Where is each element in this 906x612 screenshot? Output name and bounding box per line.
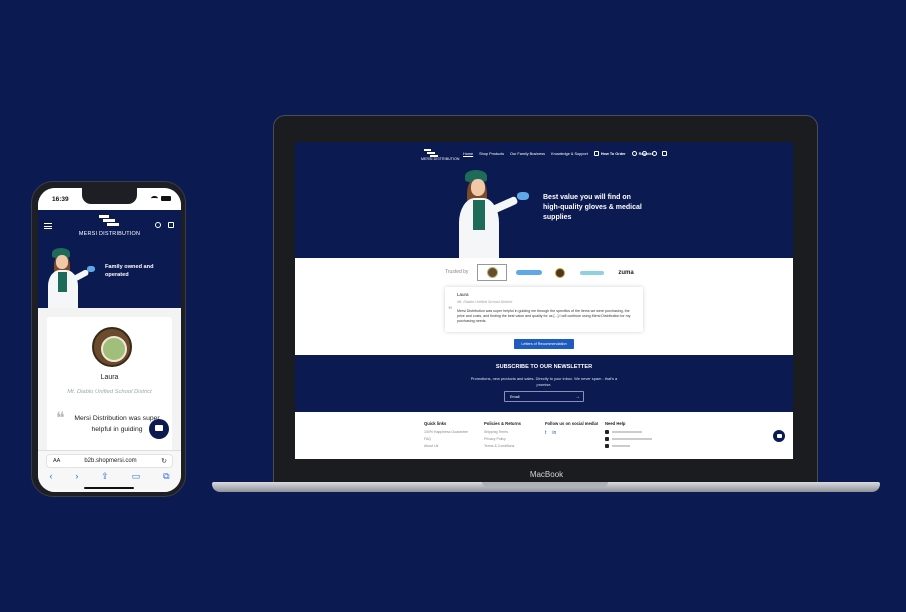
newsletter-subtitle: Promotions, new products and sales. Dire… xyxy=(470,376,618,387)
laptop-base xyxy=(212,482,880,492)
account-icon[interactable] xyxy=(652,151,657,156)
reload-icon[interactable]: ↻ xyxy=(161,457,167,465)
thumbs-up-icon xyxy=(605,444,609,448)
linkedin-icon[interactable]: in xyxy=(552,430,556,436)
macbook-label: MacBook xyxy=(529,470,564,479)
laptop-notch xyxy=(482,482,608,487)
desktop-navbar: MERSI DISTRIBUTION Home Shop Products Ou… xyxy=(295,142,793,167)
twitter-icon[interactable]: t xyxy=(545,430,546,436)
how-to-order-icon xyxy=(593,151,599,156)
testimonial-school: Mt. Diablo Unified School District xyxy=(67,389,152,395)
nav-how-to-order[interactable]: How To Order xyxy=(601,152,626,156)
mobile-header: MERSI DISTRIBUTION xyxy=(38,210,181,242)
search-icon[interactable] xyxy=(155,222,161,228)
mersi-logo-icon[interactable] xyxy=(424,149,438,157)
mersi-logo-icon[interactable] xyxy=(99,215,119,227)
policies-title: Policies & Returns xyxy=(484,421,522,426)
search-icon[interactable] xyxy=(642,151,647,156)
brand-logo-mt-diablo xyxy=(477,264,507,281)
newsletter-title: SUBSCRIBE TO OUR NEWSLETTER xyxy=(495,364,593,370)
newsletter-section: SUBSCRIBE TO OUR NEWSLETTER Promotions, … xyxy=(295,355,793,412)
battery-icon xyxy=(161,196,171,201)
footer-social: Follow us on social media! t in xyxy=(545,421,598,436)
quote-icon: ❝ xyxy=(56,408,65,427)
quote-icon: ❝ xyxy=(448,305,453,314)
trusted-by-label: Trusted by xyxy=(445,269,469,275)
nav-shop-products[interactable]: Shop Products xyxy=(479,152,504,156)
laptop-screen: MERSI DISTRIBUTION Home Shop Products Ou… xyxy=(295,142,793,459)
school-seal-logo xyxy=(92,327,132,367)
chat-bubble-button[interactable] xyxy=(773,430,785,442)
testimonial-name: Laura xyxy=(457,292,469,297)
laptop-lid: MERSI DISTRIBUTION Home Shop Products Ou… xyxy=(273,115,818,490)
mobile-hero-banner: Family owned and operated xyxy=(38,242,181,308)
footer-link[interactable]: Shipping Terms xyxy=(484,430,521,434)
testimonial-school: Mt. Diablo Unified School District xyxy=(457,300,513,304)
phone-device: 16:39 MERSI DISTRIBUTION Family owned an… xyxy=(31,181,186,497)
nav-home[interactable]: Home xyxy=(463,152,473,156)
url-text: b2b.shopmersi.com xyxy=(84,458,137,464)
testimonial-card: Laura Mt. Diablo Unified School District… xyxy=(445,287,643,332)
footer-quick-links: Quick links 100% Happiness Guarantee FAQ… xyxy=(424,421,468,451)
phone-icon xyxy=(605,430,609,434)
footer-policies: Policies & Returns Shipping Terms Privac… xyxy=(484,421,521,451)
hamburger-menu-icon[interactable] xyxy=(44,223,52,229)
browser-nav: ‹ › ⇪ ▭ ⧉ xyxy=(38,471,181,482)
browser-toolbar: AA b2b.shopmersi.com ↻ ‹ › ⇪ ▭ ⧉ xyxy=(38,450,181,492)
testimonial-quote: Mersi Distribution was super helpful in … xyxy=(457,309,631,324)
address-bar[interactable]: AA b2b.shopmersi.com ↻ xyxy=(46,454,173,468)
hero-person-image xyxy=(455,170,545,258)
wifi-icon xyxy=(151,196,158,201)
footer-link[interactable]: FAQ xyxy=(424,437,468,441)
status-time: 16:39 xyxy=(52,196,69,203)
submit-arrow-icon[interactable]: → xyxy=(575,394,580,400)
social-title: Follow us on social media! xyxy=(545,421,599,426)
brand-logo-seal xyxy=(550,264,570,281)
forward-icon[interactable]: › xyxy=(75,471,78,482)
brand-name: MERSI DISTRIBUTION xyxy=(78,231,141,237)
footer-link[interactable]: Terms & Conditions xyxy=(484,444,521,448)
brand-logo-4 xyxy=(578,264,606,281)
status-icons xyxy=(151,196,171,201)
footer-link[interactable]: Privacy Policy xyxy=(484,437,521,441)
phone-screen: 16:39 MERSI DISTRIBUTION Family owned an… xyxy=(38,188,181,492)
testimonial-card: Laura Mt. Diablo Unified School District… xyxy=(47,317,172,467)
footer: Quick links 100% Happiness Guarantee FAQ… xyxy=(295,412,793,459)
footer-link[interactable]: 100% Happiness Guarantee xyxy=(424,430,468,434)
footer-link[interactable]: About Us xyxy=(424,444,468,448)
brand-logo-zuma: zuma xyxy=(618,269,634,276)
email-placeholder: Email xyxy=(510,395,520,399)
cart-icon[interactable] xyxy=(662,151,667,156)
desktop-hero-banner: Best value you will find on high-quality… xyxy=(295,167,793,258)
bookmarks-icon[interactable]: ▭ xyxy=(132,471,141,482)
share-icon[interactable]: ⇪ xyxy=(101,471,109,482)
nav-knowledge-support[interactable]: Knowledge & Support xyxy=(551,152,588,156)
quick-links-title: Quick links xyxy=(424,421,447,426)
nav-links: Home Shop Products Our Family Business K… xyxy=(463,151,653,156)
nav-our-family-business[interactable]: Our Family Business xyxy=(510,152,545,156)
footer-help: Need Help xyxy=(605,421,652,451)
need-help-title: Need Help xyxy=(605,421,626,426)
reorder-icon xyxy=(631,151,637,156)
cart-icon[interactable] xyxy=(168,222,174,228)
phone-notch xyxy=(82,188,137,204)
newsletter-email-input[interactable]: Email → xyxy=(504,391,584,402)
letters-of-recommendation-button[interactable]: Letters of Recommendation xyxy=(514,339,574,349)
nav-icons xyxy=(642,151,667,156)
trusted-by-strip: Trusted by zuma xyxy=(295,258,793,288)
brand-name: MERSI DISTRIBUTION xyxy=(421,157,460,161)
hero-headline: Family owned and operated xyxy=(105,264,154,278)
email-icon xyxy=(605,437,609,441)
home-indicator xyxy=(84,487,134,489)
back-icon[interactable]: ‹ xyxy=(49,471,52,482)
status-bar: 16:39 xyxy=(38,188,181,210)
hero-person-image xyxy=(42,248,102,308)
brand-logo-2 xyxy=(514,264,544,281)
hero-headline: Best value you will find on high-quality… xyxy=(543,194,642,221)
testimonial-name: Laura xyxy=(100,374,119,381)
chat-bubble-button[interactable] xyxy=(149,419,169,439)
tabs-icon[interactable]: ⧉ xyxy=(163,471,169,482)
